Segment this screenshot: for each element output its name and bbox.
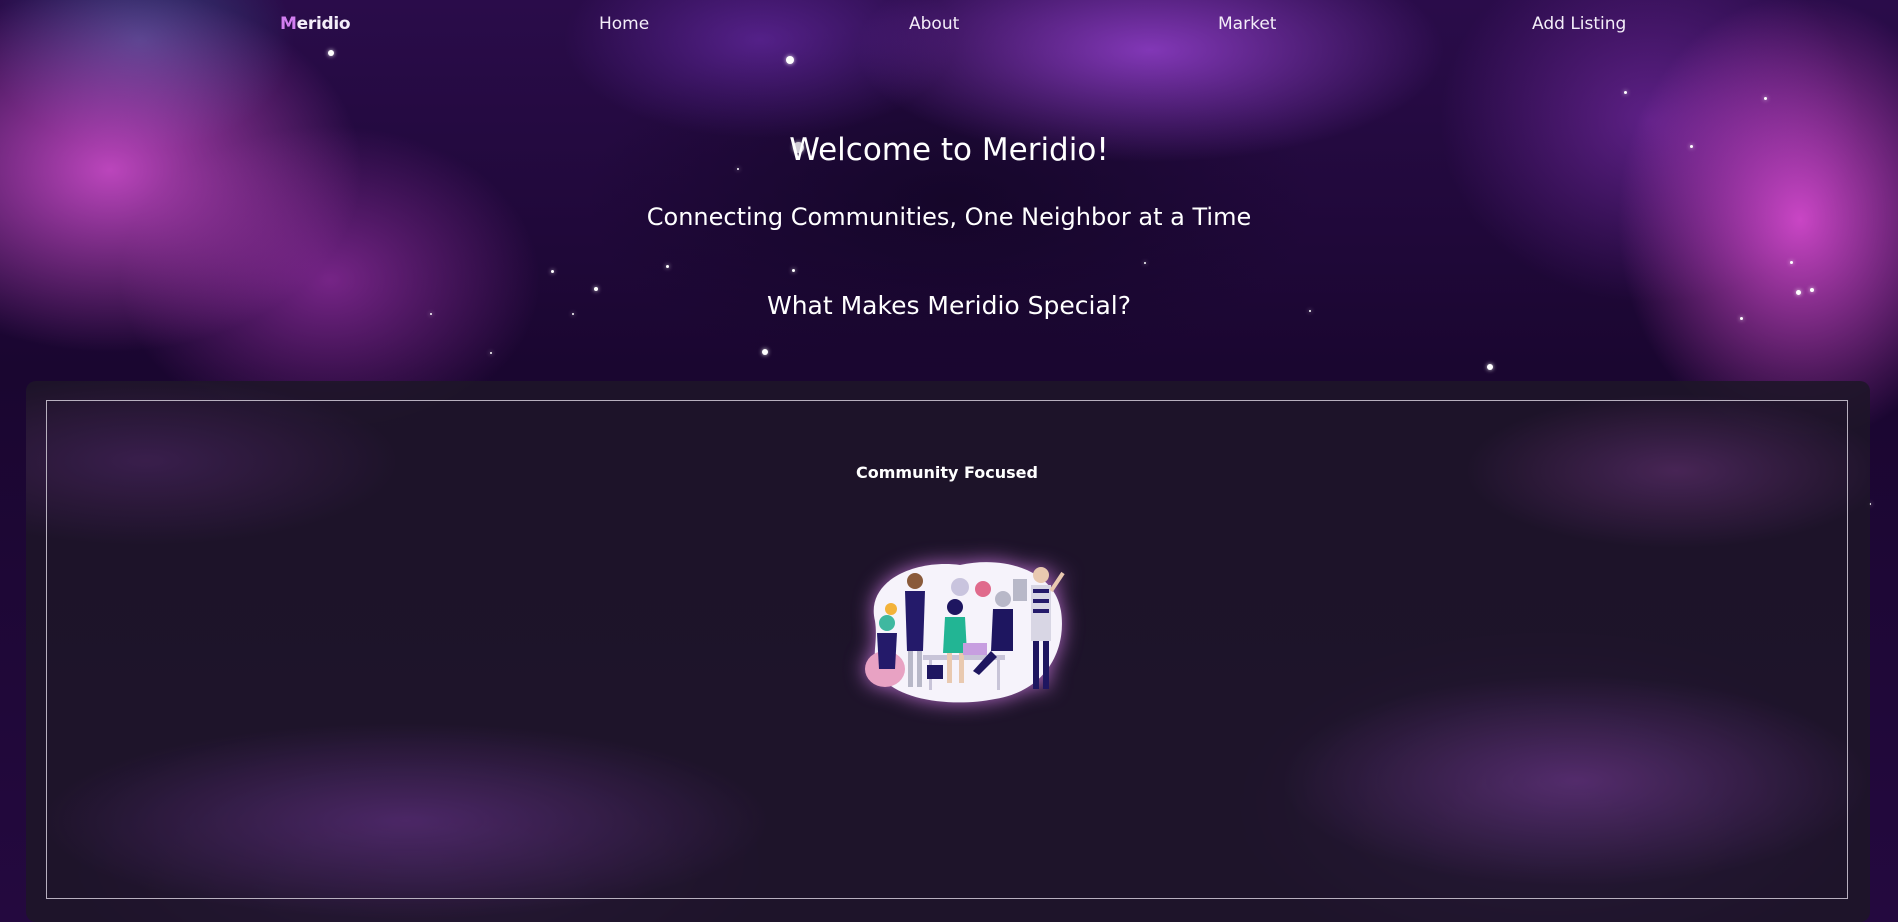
star — [551, 270, 554, 273]
star — [737, 168, 739, 170]
top-navigation: Meridio Home About Market Add Listing — [0, 0, 1898, 50]
team-collaboration-illustration — [865, 562, 1065, 703]
star — [1764, 97, 1767, 100]
star — [328, 50, 334, 56]
nav-link-home[interactable]: Home — [599, 14, 649, 34]
brand-name-rest: eridio — [296, 14, 351, 34]
star — [762, 349, 768, 355]
nav-link-about[interactable]: About — [909, 14, 959, 34]
feature-card-title: Community Focused — [856, 463, 1038, 482]
page-title: Welcome to Meridio! — [789, 132, 1109, 168]
brand-logo-link[interactable]: Meridio — [280, 14, 351, 34]
star — [792, 269, 795, 272]
star — [1487, 364, 1493, 370]
hero-subtitle: Connecting Communities, One Neighbor at … — [646, 203, 1252, 231]
nav-link-add-listing[interactable]: Add Listing — [1532, 14, 1626, 34]
brand-initial: M — [280, 14, 297, 34]
star — [1790, 261, 1793, 264]
star — [1624, 91, 1627, 94]
star — [786, 56, 794, 64]
star — [1144, 262, 1146, 264]
star — [490, 352, 492, 354]
star — [666, 265, 669, 268]
nav-link-market[interactable]: Market — [1218, 14, 1276, 34]
features-heading: What Makes Meridio Special? — [766, 291, 1132, 320]
features-panel: Community Focused — [26, 381, 1870, 922]
feature-card: Community Focused — [46, 400, 1848, 899]
